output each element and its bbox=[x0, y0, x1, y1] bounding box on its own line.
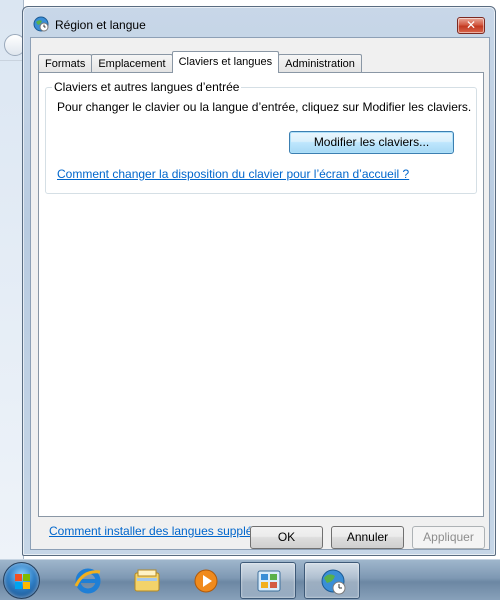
windows-logo-icon bbox=[15, 574, 30, 589]
background-window bbox=[0, 0, 26, 560]
background-window-divider bbox=[0, 60, 24, 61]
close-button[interactable]: ✕ bbox=[457, 17, 485, 34]
cancel-button[interactable]: Annuler bbox=[331, 526, 404, 549]
globe-clock-icon bbox=[33, 16, 49, 32]
taskbar-internet-explorer[interactable] bbox=[60, 562, 116, 599]
dialog-client-area: Formats Emplacement Claviers et langues … bbox=[30, 37, 490, 550]
groupbox-title: Claviers et autres langues d’entrée bbox=[52, 80, 242, 94]
taskbar-region-language[interactable] bbox=[304, 562, 360, 599]
internet-explorer-icon bbox=[74, 568, 101, 594]
taskbar-media-player[interactable] bbox=[178, 562, 234, 599]
welcome-screen-keyboard-link[interactable]: Comment changer la disposition du clavie… bbox=[57, 167, 409, 181]
change-keyboards-button[interactable]: Modifier les claviers... bbox=[289, 131, 454, 154]
taskbar-control-panel[interactable] bbox=[240, 562, 296, 599]
taskbar-file-explorer[interactable] bbox=[119, 562, 175, 599]
tab-location[interactable]: Emplacement bbox=[91, 54, 173, 73]
file-explorer-icon bbox=[134, 569, 160, 592]
tab-formats[interactable]: Formats bbox=[38, 54, 93, 73]
keyboards-groupbox: Claviers et autres langues d’entrée Pour… bbox=[45, 80, 477, 194]
apply-button[interactable]: Appliquer bbox=[412, 526, 485, 549]
windows-start-orb[interactable] bbox=[3, 562, 40, 599]
taskbar bbox=[0, 559, 500, 600]
tab-keyboards-languages[interactable]: Claviers et langues bbox=[171, 51, 280, 73]
ok-button[interactable]: OK bbox=[250, 526, 323, 549]
control-panel-icon bbox=[257, 570, 281, 592]
region-language-dialog: Région et langue ✕ Formats Emplacement C… bbox=[22, 6, 496, 556]
region-language-icon bbox=[321, 569, 346, 595]
title-bar[interactable]: Région et langue ✕ bbox=[23, 7, 495, 37]
window-title: Région et langue bbox=[55, 18, 146, 32]
tab-panel-keyboards: Claviers et autres langues d’entrée Pour… bbox=[38, 72, 484, 538]
keyboards-description: Pour changer le clavier ou la langue d’e… bbox=[57, 100, 472, 114]
tab-strip: Formats Emplacement Claviers et langues … bbox=[38, 51, 362, 73]
tab-administrative[interactable]: Administration bbox=[278, 54, 362, 73]
media-player-icon bbox=[194, 569, 218, 593]
